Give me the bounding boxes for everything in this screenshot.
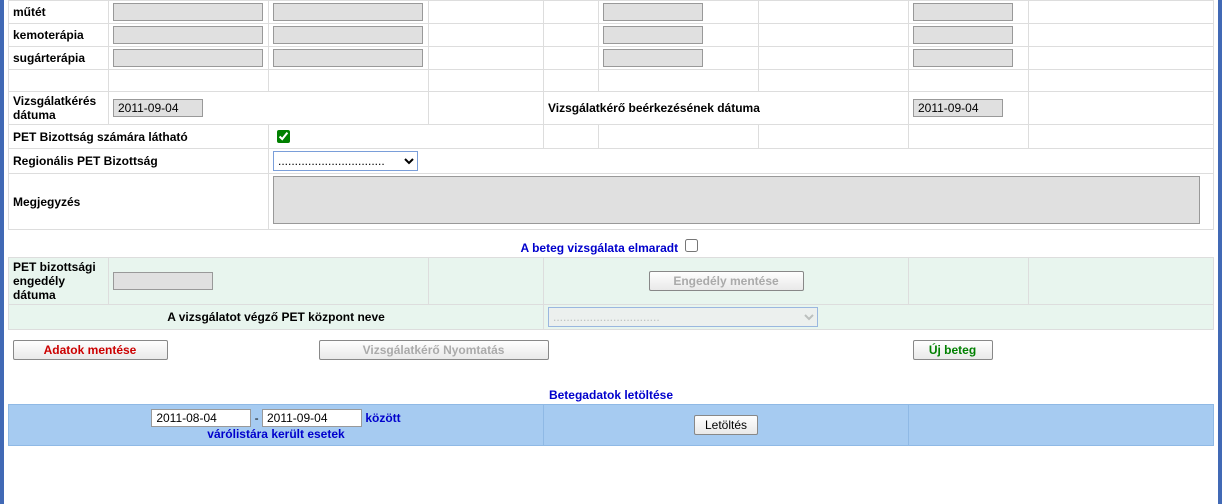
kemo-input-3[interactable]: [603, 26, 703, 44]
missed-checkbox[interactable]: [685, 239, 698, 252]
kemo-input-1[interactable]: [113, 26, 263, 44]
therapy-label: műtét: [9, 1, 109, 24]
download-button[interactable]: Letöltés: [694, 415, 758, 435]
new-patient-button[interactable]: Új beteg: [913, 340, 993, 360]
save-button[interactable]: Adatok mentése: [13, 340, 168, 360]
mutet-input-2[interactable]: [273, 3, 423, 21]
action-buttons-row: Adatok mentése Vizsgálatkérő Nyomtatás Ú…: [9, 338, 1214, 362]
therapy-row-kemo: kemoterápia: [9, 24, 1214, 47]
permit-row: PET bizottsági engedély dátuma Engedély …: [9, 258, 1214, 305]
print-button: Vizsgálatkérő Nyomtatás: [319, 340, 549, 360]
pet-visibility-row: PET Bizottság számára látható: [9, 125, 1214, 149]
exam-request-row: Vizsgálatkérés dátuma Vizsgálatkérő beér…: [9, 92, 1214, 125]
note-label: Megjegyzés: [9, 174, 269, 230]
note-textarea[interactable]: [273, 176, 1200, 224]
missed-row: A beteg vizsgálata elmaradt: [9, 230, 1214, 258]
regional-row: Regionális PET Bizottság ...............…: [9, 149, 1214, 174]
download-title: Betegadatok letöltése: [9, 382, 1214, 405]
regional-select[interactable]: ................................: [273, 151, 418, 171]
pet-visibility-label: PET Bizottság számára látható: [9, 125, 269, 149]
download-date-from[interactable]: [151, 409, 251, 427]
exam-request-date-label: Vizsgálatkérés dátuma: [9, 92, 109, 125]
performing-center-row: A vizsgálatot végző PET központ neve ...…: [9, 305, 1214, 330]
performing-center-select: ................................: [548, 307, 818, 327]
kemo-input-4[interactable]: [913, 26, 1013, 44]
note-row: Megjegyzés: [9, 174, 1214, 230]
exam-request-date-input[interactable]: [113, 99, 203, 117]
regional-label: Regionális PET Bizottság: [9, 149, 269, 174]
therapy-row-mutet: műtét: [9, 1, 1214, 24]
performing-center-label: A vizsgálatot végző PET központ neve: [9, 305, 544, 330]
sugar-input-3[interactable]: [603, 49, 703, 67]
therapy-table: műtét kemoterápia sugárterápia Vizsgálat…: [8, 0, 1214, 446]
mutet-input-4[interactable]: [913, 3, 1013, 21]
download-row: - között várólistára került esetek Letöl…: [9, 404, 1214, 445]
permit-save-button[interactable]: Engedély mentése: [649, 271, 804, 291]
sugar-input-2[interactable]: [273, 49, 423, 67]
sugar-input-1[interactable]: [113, 49, 263, 67]
exam-received-input[interactable]: [913, 99, 1003, 117]
download-between-label: között: [365, 411, 400, 425]
mutet-input-3[interactable]: [603, 3, 703, 21]
kemo-input-2[interactable]: [273, 26, 423, 44]
download-date-to[interactable]: [262, 409, 362, 427]
waiting-list-link[interactable]: várólistára került esetek: [207, 427, 344, 441]
permit-date-label: PET bizottsági engedély dátuma: [9, 258, 109, 305]
sugar-input-4[interactable]: [913, 49, 1013, 67]
missed-label: A beteg vizsgálata elmaradt: [521, 241, 679, 255]
therapy-label: sugárterápia: [9, 47, 109, 70]
permit-date-input[interactable]: [113, 272, 213, 290]
exam-received-label: Vizsgálatkérő beérkezésének dátuma: [544, 92, 909, 125]
therapy-row-sugar: sugárterápia: [9, 47, 1214, 70]
mutet-input-1[interactable]: [113, 3, 263, 21]
therapy-label: kemoterápia: [9, 24, 109, 47]
pet-visibility-checkbox[interactable]: [277, 130, 290, 143]
